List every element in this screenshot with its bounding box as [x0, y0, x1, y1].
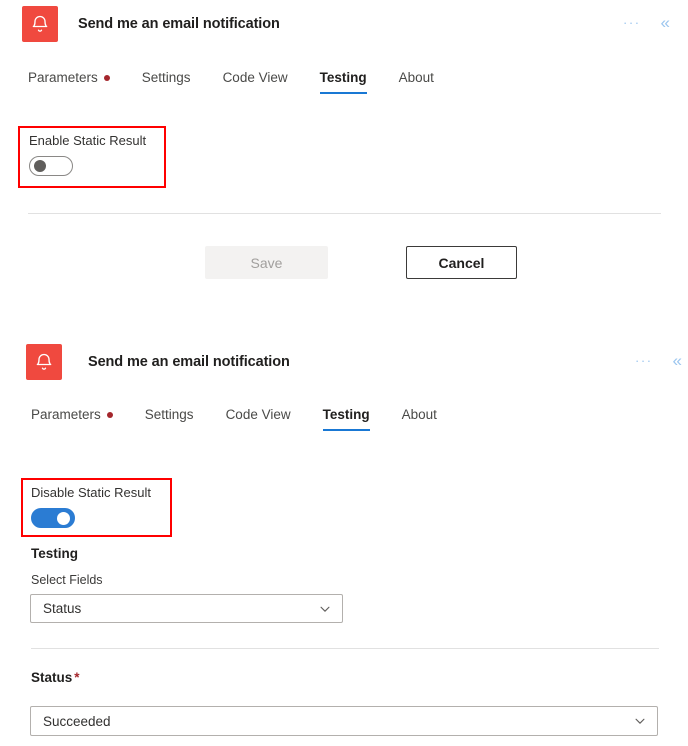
- toggle-knob: [57, 511, 70, 525]
- more-options-icon[interactable]: ···: [635, 354, 653, 367]
- bell-icon: [26, 344, 62, 380]
- tab-label: Testing: [319, 70, 367, 85]
- enable-static-result-label: Enable Static Result: [29, 133, 147, 148]
- tab-label: Parameters: [31, 407, 101, 422]
- select-fields-label: Select Fields: [31, 573, 103, 587]
- cancel-button[interactable]: Cancel: [406, 246, 517, 279]
- panel-tabs: Parameters Settings Code View Testing Ab…: [0, 407, 688, 431]
- panel-header: Send me an email notification ··· «: [0, 338, 688, 380]
- tab-parameters[interactable]: Parameters: [31, 407, 131, 431]
- disable-static-result-label: Disable Static Result: [31, 485, 151, 500]
- tab-label: Testing: [322, 407, 370, 422]
- tab-about[interactable]: About: [402, 407, 455, 431]
- status-label: Status *: [31, 670, 80, 685]
- header-actions: ··· «: [635, 352, 682, 369]
- section-divider: [31, 648, 659, 649]
- select-fields-value: Status: [43, 601, 82, 616]
- panel-header: Send me an email notification ··· «: [0, 0, 688, 42]
- collapse-panel-icon[interactable]: «: [673, 352, 682, 369]
- bell-icon: [22, 6, 58, 42]
- chevron-down-icon: [318, 602, 332, 616]
- testing-section-heading: Testing: [31, 546, 78, 561]
- static-result-enabled-panel: Send me an email notification ··· « Para…: [0, 338, 688, 746]
- tab-code-view[interactable]: Code View: [223, 70, 306, 94]
- tab-label: Settings: [141, 70, 191, 85]
- tab-label: Settings: [144, 407, 194, 422]
- page-title: Send me an email notification: [78, 16, 280, 32]
- static-result-disabled-panel: Send me an email notification ··· « Para…: [0, 0, 688, 339]
- panel-tabs: Parameters Settings Code View Testing Ab…: [0, 70, 688, 94]
- action-buttons: Save Cancel: [205, 246, 517, 279]
- required-marker: *: [74, 670, 80, 685]
- disable-static-result-toggle[interactable]: [31, 508, 75, 528]
- chevron-down-icon: [633, 714, 647, 728]
- tab-label: Code View: [222, 70, 288, 85]
- disable-static-result-field: Disable Static Result: [31, 485, 151, 528]
- tab-label: About: [401, 407, 437, 422]
- enable-static-result-toggle[interactable]: [29, 156, 73, 176]
- more-options-icon[interactable]: ···: [623, 16, 641, 29]
- select-fields-dropdown[interactable]: Status: [30, 594, 343, 623]
- tab-about[interactable]: About: [399, 70, 452, 94]
- tab-badge-dot: [106, 411, 113, 418]
- tab-label: Code View: [225, 407, 291, 422]
- status-value: Succeeded: [43, 713, 111, 729]
- header-actions: ··· «: [623, 14, 670, 31]
- tab-parameters[interactable]: Parameters: [28, 70, 128, 94]
- toggle-knob: [34, 160, 46, 172]
- status-label-text: Status: [31, 670, 73, 685]
- tab-code-view[interactable]: Code View: [226, 407, 309, 431]
- tab-settings[interactable]: Settings: [145, 407, 212, 431]
- collapse-panel-icon[interactable]: «: [661, 14, 670, 31]
- enable-static-result-field: Enable Static Result: [29, 133, 146, 176]
- tab-label: About: [398, 70, 434, 85]
- section-divider: [28, 213, 661, 214]
- page-title: Send me an email notification: [88, 354, 290, 370]
- tab-label: Parameters: [28, 70, 98, 85]
- tab-settings[interactable]: Settings: [142, 70, 209, 94]
- tab-testing[interactable]: Testing: [319, 70, 385, 94]
- save-button[interactable]: Save: [205, 246, 328, 279]
- tab-testing[interactable]: Testing: [322, 407, 388, 431]
- status-dropdown[interactable]: Succeeded: [30, 706, 658, 736]
- tab-badge-dot: [103, 74, 110, 81]
